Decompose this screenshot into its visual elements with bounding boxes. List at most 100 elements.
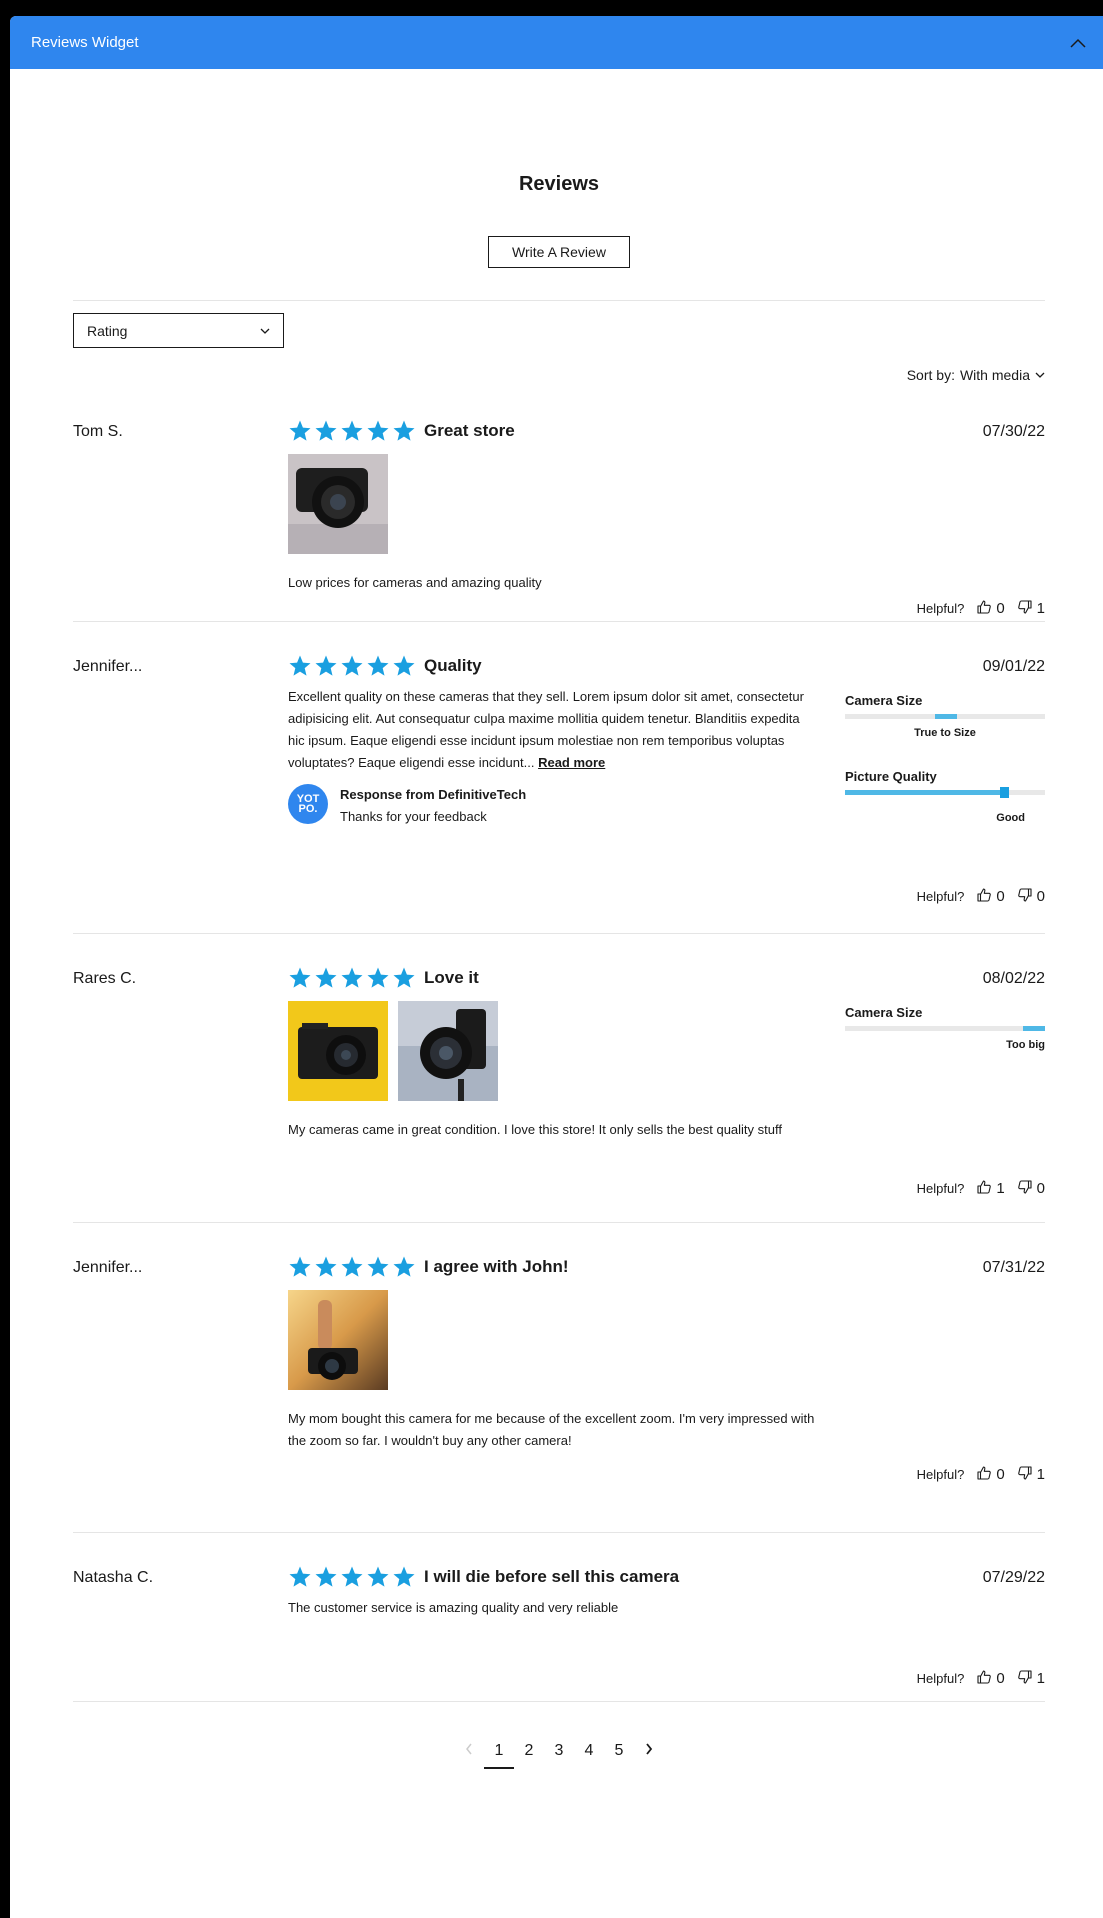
thumbs-down-icon[interactable] (1017, 1179, 1033, 1198)
thumbs-down-icon[interactable] (1017, 599, 1033, 618)
property-bar (845, 714, 1045, 719)
thumbs-down-icon[interactable] (1017, 887, 1033, 906)
review-title: I will die before sell this camera (424, 1567, 680, 1586)
star-icon (315, 1256, 337, 1277)
star-icon (289, 1566, 311, 1587)
page-button-4[interactable]: 4 (574, 1741, 604, 1769)
camera-photo-image (288, 454, 388, 554)
star-icon (393, 655, 415, 676)
response-text: Thanks for your feedback (340, 809, 487, 824)
pagination: 1 2 3 4 5 (73, 1741, 1045, 1769)
star-icon (315, 655, 337, 676)
star-icon (341, 655, 363, 676)
star-icon (315, 967, 337, 988)
review-author: Jennifer... (73, 658, 143, 675)
star-rating (288, 1565, 416, 1589)
chevron-down-icon (1035, 372, 1045, 378)
thumbs-up-icon[interactable] (976, 1669, 992, 1688)
star-rating (288, 419, 416, 443)
prev-page-icon[interactable] (454, 1741, 484, 1769)
star-icon (341, 420, 363, 441)
page-title: Reviews (518, 173, 600, 195)
thumbs-down-icon[interactable] (1017, 1465, 1033, 1484)
product-property-picture-quality: Picture Quality Good (845, 769, 1045, 824)
star-icon (393, 420, 415, 441)
upvote-count: 0 (996, 600, 1005, 617)
star-icon (341, 967, 363, 988)
star-rating (288, 966, 416, 990)
page-button-5[interactable]: 5 (604, 1741, 634, 1769)
review-date: 07/30/22 (982, 423, 1045, 440)
helpful-label: Helpful? (916, 889, 965, 904)
thumbs-up-icon[interactable] (976, 599, 992, 618)
thumbs-down-icon[interactable] (1017, 1669, 1033, 1688)
review-title: Quality (424, 656, 482, 675)
property-name: Camera Size (845, 693, 923, 708)
helpful-label: Helpful? (916, 1467, 965, 1482)
review-title: Great store (424, 421, 515, 440)
page-button-1[interactable]: 1 (484, 1741, 514, 1769)
review-media-thumbnail[interactable] (288, 1001, 388, 1101)
star-icon (289, 655, 311, 676)
review-title: Love it (424, 968, 479, 987)
sort-control[interactable]: Sort by: With media (907, 367, 1045, 383)
star-icon (289, 420, 311, 441)
helpful-votes: Helpful? 0 1 (917, 599, 1045, 618)
helpful-votes: Helpful? 0 0 (917, 887, 1045, 906)
thumbs-up-icon[interactable] (976, 1179, 992, 1198)
star-icon (367, 967, 389, 988)
review-body: My mom bought this camera for me because… (288, 1411, 815, 1448)
write-review-button[interactable]: Write A Review (488, 236, 630, 268)
rating-filter-dropdown[interactable]: Rating (73, 313, 284, 348)
review-body: Excellent quality on these cameras that … (288, 686, 818, 774)
helpful-votes: Helpful? 1 0 (917, 1179, 1045, 1198)
widget-header-bar[interactable]: Reviews Widget (10, 16, 1103, 69)
helpful-votes: Helpful? 0 1 (917, 1465, 1045, 1484)
upvote-count: 0 (996, 1466, 1005, 1483)
review-author: Jennifer... (73, 1259, 143, 1276)
downvote-count: 1 (1036, 1466, 1045, 1483)
review-author: Rares C. (73, 970, 137, 987)
camera-photo-image (288, 1290, 388, 1390)
sort-value: With media (959, 367, 1030, 383)
chevron-down-icon (260, 328, 270, 334)
review-author: Natasha C. (73, 1569, 154, 1586)
star-icon (289, 967, 311, 988)
product-property-camera-size: Camera Size Too big (845, 1005, 1045, 1051)
divider (73, 621, 1045, 622)
review-date: 07/31/22 (982, 1259, 1045, 1276)
property-bar-marker (1000, 787, 1009, 798)
page-button-2[interactable]: 2 (514, 1741, 544, 1769)
thumbs-up-icon[interactable] (976, 887, 992, 906)
chevron-up-icon[interactable] (1067, 32, 1089, 54)
review-date: 07/29/22 (982, 1569, 1045, 1586)
star-icon (341, 1566, 363, 1587)
upvote-count: 0 (996, 888, 1005, 905)
review-media-thumbnail[interactable] (288, 1290, 388, 1390)
property-bar (845, 787, 1045, 798)
downvote-count: 0 (1036, 888, 1045, 905)
review-author: Tom S. (73, 423, 123, 440)
star-icon (341, 1256, 363, 1277)
thumbs-up-icon[interactable] (976, 1465, 992, 1484)
divider (73, 1701, 1045, 1702)
downvote-count: 0 (1036, 1180, 1045, 1197)
property-name: Picture Quality (845, 769, 937, 784)
page-button-3[interactable]: 3 (544, 1741, 574, 1769)
star-icon (315, 1566, 337, 1587)
upvote-count: 0 (996, 1670, 1005, 1687)
divider (73, 300, 1045, 301)
store-logo: YOT PO. (288, 784, 328, 824)
product-property-camera-size: Camera Size True to Size (845, 693, 1045, 739)
helpful-label: Helpful? (916, 601, 965, 616)
widget-title: Reviews Widget (31, 34, 139, 51)
next-page-icon[interactable] (634, 1741, 664, 1769)
rating-filter-label: Rating (87, 322, 128, 339)
read-more-link[interactable]: Read more (538, 755, 605, 770)
property-name: Camera Size (845, 1005, 923, 1020)
review-media-thumbnail[interactable] (398, 1001, 498, 1101)
camera-photo-image (288, 1001, 388, 1101)
review-media-thumbnail[interactable] (288, 454, 388, 554)
sort-label: Sort by: (906, 367, 955, 383)
star-icon (367, 1566, 389, 1587)
